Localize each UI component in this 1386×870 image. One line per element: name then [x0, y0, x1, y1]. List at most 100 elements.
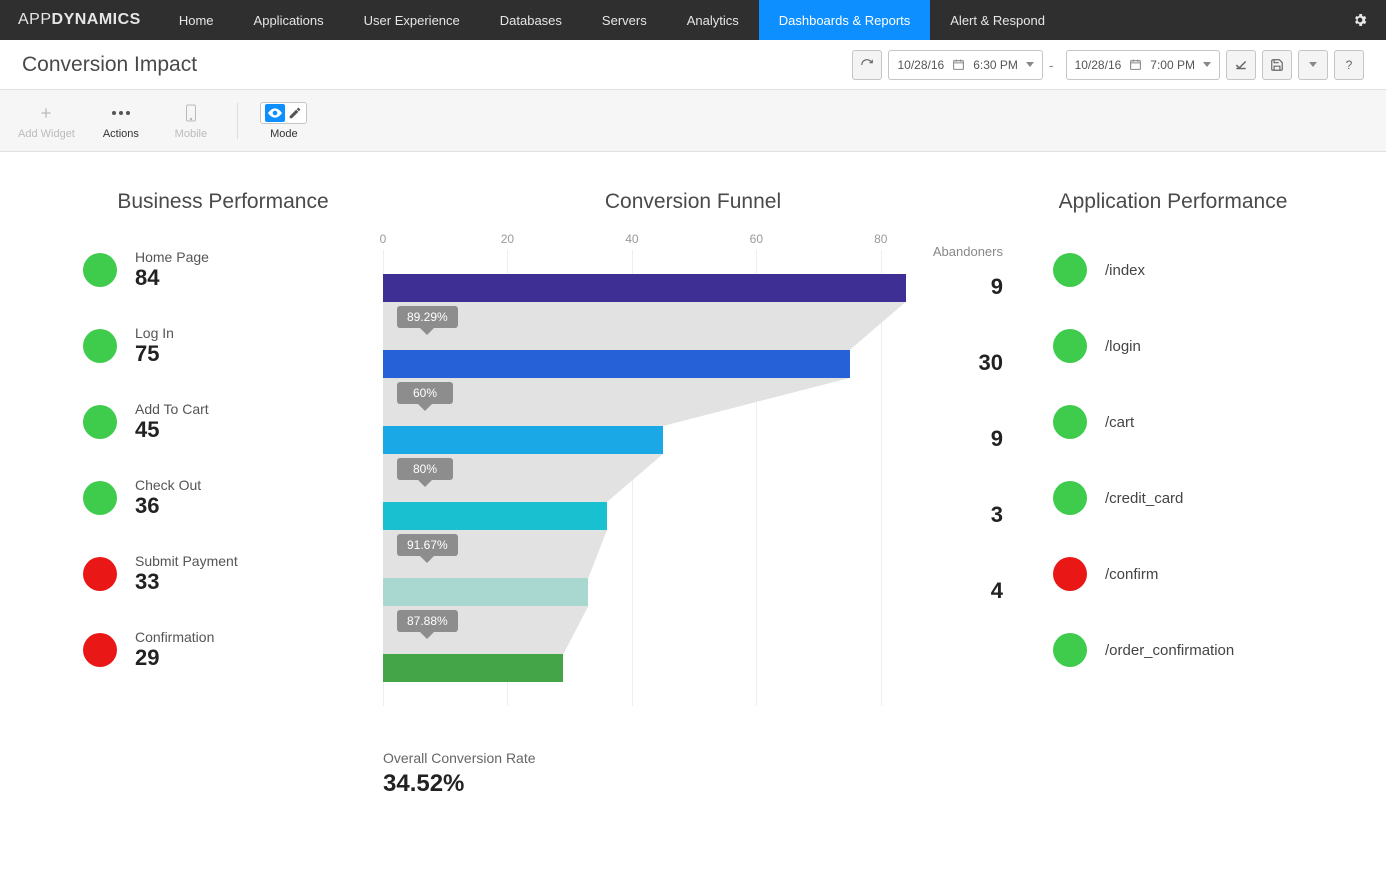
pct-value: 89.29% — [397, 306, 458, 328]
brand-app: APP — [18, 11, 52, 29]
chevron-down-icon — [1026, 62, 1034, 67]
pct-value: 60% — [397, 382, 453, 404]
nav-item-applications[interactable]: Applications — [234, 0, 344, 40]
app-row: /confirm — [1023, 536, 1323, 612]
pct-value: 80% — [397, 458, 453, 480]
app-path: /index — [1105, 262, 1145, 279]
refresh-button[interactable] — [852, 50, 882, 80]
pct-value: 91.67% — [397, 534, 458, 556]
business-row: Check Out 36 — [83, 460, 363, 536]
calendar-icon — [952, 58, 965, 71]
app-path: /confirm — [1105, 566, 1158, 583]
more-dropdown-button[interactable] — [1298, 50, 1328, 80]
abandoners-count: 9 — [943, 274, 1003, 300]
dashboard-toolbar: Add Widget Actions Mobile Mode — [0, 90, 1386, 152]
add-widget-label: Add Widget — [18, 128, 75, 140]
app-row: /cart — [1023, 384, 1323, 460]
mode-toggle-button[interactable]: Mode — [260, 102, 308, 140]
plus-icon — [38, 102, 54, 124]
step-label: Submit Payment — [135, 553, 238, 569]
dots-icon — [111, 102, 131, 124]
funnel-bar — [383, 578, 588, 606]
step-label: Check Out — [135, 477, 201, 493]
nav-item-dashboards-reports[interactable]: Dashboards & Reports — [759, 0, 931, 40]
view-edit-icon — [260, 102, 307, 124]
nav-item-analytics[interactable]: Analytics — [667, 0, 759, 40]
time-to-value: 7:00 PM — [1150, 58, 1195, 72]
axis-tick: 60 — [750, 232, 763, 246]
mobile-label: Mobile — [175, 128, 207, 140]
step-label: Log In — [135, 325, 174, 341]
app-row: /index — [1023, 232, 1323, 308]
save-button[interactable] — [1262, 50, 1292, 80]
brand-dynamics: DYNAMICS — [52, 11, 141, 29]
chevron-down-icon — [1309, 62, 1317, 67]
page-title: Conversion Impact — [22, 53, 197, 77]
app-heading: Application Performance — [1023, 190, 1323, 214]
mode-label: Mode — [270, 128, 298, 140]
abandoners-count: 30 — [943, 350, 1003, 376]
nav-item-alert-respond[interactable]: Alert & Respond — [930, 0, 1065, 40]
status-dot — [1053, 481, 1087, 515]
calendar-icon — [1129, 58, 1142, 71]
conversion-pct-bubble: 87.88% — [397, 610, 458, 632]
status-dot — [83, 633, 117, 667]
save-icon — [1270, 58, 1284, 72]
date-from-value: 10/28/16 — [897, 58, 944, 72]
settings-gear-button[interactable] — [1334, 0, 1386, 40]
funnel-row: 89.29% 9 — [383, 250, 1003, 326]
toolbar-divider — [237, 103, 238, 139]
nav-item-user-experience[interactable]: User Experience — [344, 0, 480, 40]
help-button[interactable]: ? — [1334, 50, 1364, 80]
dashboard-content: Business Performance Home Page 84 Log In… — [0, 152, 1386, 838]
step-count: 36 — [135, 493, 201, 519]
check-icon — [1234, 58, 1248, 72]
add-widget-button[interactable]: Add Widget — [18, 102, 75, 140]
axis-tick: 0 — [380, 232, 387, 246]
mobile-button[interactable]: Mobile — [167, 102, 215, 140]
overall-conversion: Overall Conversion Rate 34.52% — [383, 750, 1003, 798]
time-from-value: 6:30 PM — [973, 58, 1018, 72]
date-to-value: 10/28/16 — [1075, 58, 1122, 72]
date-to-picker[interactable]: 10/28/16 7:00 PM — [1066, 50, 1220, 80]
step-count: 29 — [135, 645, 214, 671]
app-path: /order_confirmation — [1105, 642, 1234, 659]
conversion-funnel-column: Conversion Funnel 020406080 Abandoners 8… — [383, 190, 1003, 798]
actions-button[interactable]: Actions — [97, 102, 145, 140]
date-from-picker[interactable]: 10/28/16 6:30 PM — [888, 50, 1042, 80]
application-performance-column: Application Performance /index /login /c… — [1023, 190, 1323, 688]
step-label: Home Page — [135, 249, 209, 265]
step-count: 33 — [135, 569, 238, 595]
app-path: /cart — [1105, 414, 1134, 431]
pct-value: 87.88% — [397, 610, 458, 632]
conversion-pct-bubble: 80% — [397, 458, 453, 480]
nav-item-databases[interactable]: Databases — [480, 0, 582, 40]
axis-tick: 20 — [501, 232, 514, 246]
status-dot — [1053, 557, 1087, 591]
funnel-chart: Abandoners 89.29%960%3080%991.67%387.88%… — [383, 250, 1003, 706]
brand-logo: APPDYNAMICS — [0, 0, 159, 40]
business-row: Home Page 84 — [83, 232, 363, 308]
business-performance-column: Business Performance Home Page 84 Log In… — [63, 190, 363, 688]
business-row: Confirmation 29 — [83, 612, 363, 688]
actions-label: Actions — [103, 128, 139, 140]
conversion-pct-bubble: 89.29% — [397, 306, 458, 328]
date-range-separator: - — [1043, 50, 1060, 80]
apply-check-button[interactable] — [1226, 50, 1256, 80]
nav-item-home[interactable]: Home — [159, 0, 234, 40]
step-count: 75 — [135, 341, 174, 367]
help-label: ? — [1346, 58, 1353, 72]
abandoners-count: 4 — [943, 578, 1003, 604]
nav-item-servers[interactable]: Servers — [582, 0, 667, 40]
step-count: 84 — [135, 265, 209, 291]
status-dot — [83, 405, 117, 439]
business-row: Log In 75 — [83, 308, 363, 384]
funnel-bar — [383, 350, 850, 378]
refresh-icon — [860, 58, 874, 72]
funnel-heading: Conversion Funnel — [383, 190, 1003, 214]
mobile-icon — [185, 102, 197, 124]
funnel-bar — [383, 426, 663, 454]
funnel-bar — [383, 274, 906, 302]
nav-items: HomeApplicationsUser ExperienceDatabases… — [159, 0, 1065, 40]
status-dot — [1053, 633, 1087, 667]
